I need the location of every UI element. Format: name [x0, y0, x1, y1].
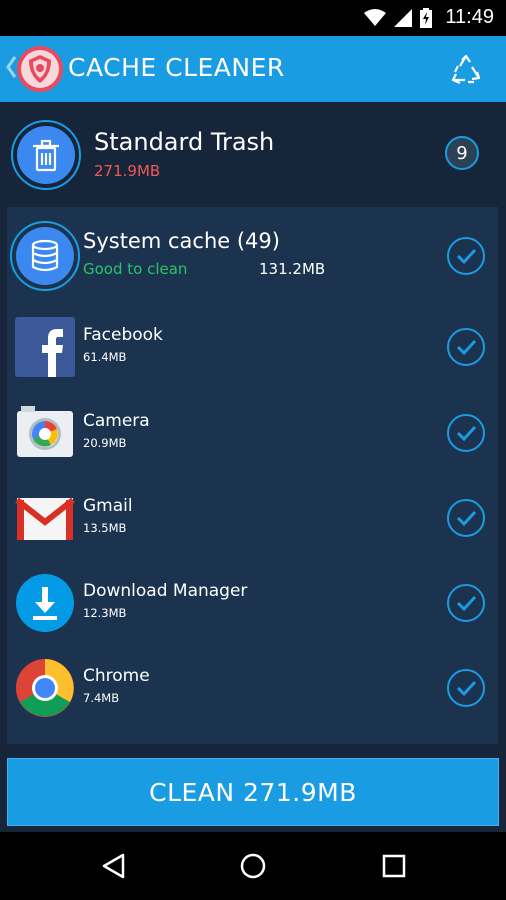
battery-icon [420, 8, 432, 28]
checkbox-checked-icon[interactable] [446, 327, 486, 367]
cache-list-panel: System cache (49) Good to clean 131.2MB … [7, 207, 498, 744]
list-item-facebook[interactable]: Facebook 61.4MB [7, 305, 498, 390]
signal-icon [394, 9, 412, 27]
checkbox-checked-icon[interactable] [446, 498, 486, 538]
page-title: CACHE CLEANER [68, 53, 285, 82]
chrome-icon [16, 659, 74, 717]
app-size: 61.4MB [83, 350, 127, 364]
system-cache-row[interactable]: System cache (49) Good to clean 131.2MB [7, 207, 498, 303]
list-item-download-manager[interactable]: Download Manager 12.3MB [7, 561, 498, 646]
app-logo[interactable] [16, 45, 64, 93]
trash-count-badge: 9 [445, 136, 479, 170]
nav-back-icon[interactable] [101, 853, 127, 879]
trash-icon [11, 120, 81, 190]
recycle-icon[interactable] [450, 54, 482, 86]
trash-title: Standard Trash [94, 128, 275, 156]
system-cache-title: System cache (49) [83, 229, 280, 253]
status-icons [364, 8, 432, 28]
app-size: 12.3MB [83, 606, 127, 620]
facebook-icon [15, 317, 75, 377]
clean-button[interactable]: CLEAN 271.9MB [7, 758, 499, 826]
app-name: Camera [83, 411, 150, 431]
system-cache-status: Good to clean [83, 260, 188, 278]
app-name: Chrome [83, 666, 150, 686]
nav-home-icon[interactable] [240, 853, 266, 879]
camera-icon [17, 406, 73, 457]
list-item-gmail[interactable]: Gmail 13.5MB [7, 476, 498, 561]
wifi-icon [364, 9, 386, 26]
list-item-chrome[interactable]: Chrome 7.4MB [7, 646, 498, 731]
checkbox-checked-icon[interactable] [446, 668, 486, 708]
checkbox-checked-icon[interactable] [446, 583, 486, 623]
nav-recent-apps-icon[interactable] [382, 854, 406, 878]
status-time: 11:49 [445, 6, 494, 28]
gmail-icon [15, 497, 75, 540]
system-cache-size: 131.2MB [259, 260, 326, 278]
download-manager-icon [16, 574, 74, 632]
app-size: 7.4MB [83, 691, 120, 705]
app-size: 20.9MB [83, 436, 127, 450]
checkbox-checked-icon[interactable] [446, 236, 486, 276]
app-name: Gmail [83, 496, 133, 516]
status-bar: 11:49 [0, 0, 506, 36]
app-name: Facebook [83, 325, 163, 345]
standard-trash-row[interactable]: Standard Trash 271.9MB [0, 102, 506, 202]
database-icon [10, 221, 80, 291]
navigation-bar [0, 832, 506, 900]
app-name: Download Manager [83, 581, 248, 601]
trash-size: 271.9MB [94, 162, 161, 180]
list-item-camera[interactable]: Camera 20.9MB [7, 391, 498, 476]
app-bar: CACHE CLEANER [0, 36, 506, 102]
app-size: 13.5MB [83, 521, 127, 535]
checkbox-checked-icon[interactable] [446, 413, 486, 453]
